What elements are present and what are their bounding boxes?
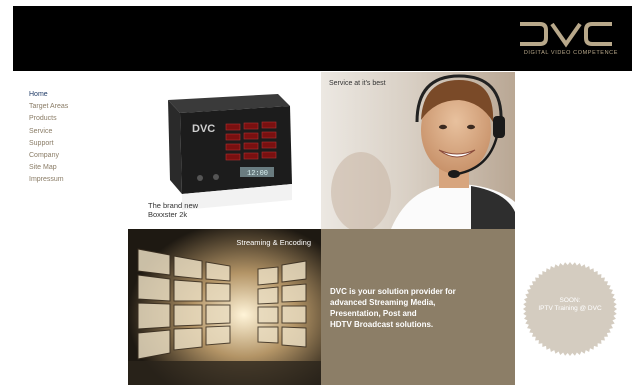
service-teaser[interactable]: Service at it's best [321, 72, 515, 229]
service-agent-photo [331, 74, 515, 229]
video-wall-image [128, 229, 321, 385]
dvc-logo[interactable]: DIGITAL VIDEO COMPETENCE [514, 20, 618, 64]
iptv-training-seal[interactable]: SOON: IPTV Training @ DVC [522, 261, 618, 357]
nav-item-products[interactable]: Products [29, 113, 119, 125]
seal-line1: SOON: [559, 297, 581, 304]
logo-tagline: DIGITAL VIDEO COMPETENCE [523, 50, 618, 56]
svg-text:12:00: 12:00 [247, 170, 268, 178]
solution-line2: advanced Streaming Media, [330, 298, 436, 307]
streaming-label: Streaming & Encoding [236, 238, 311, 247]
nav-item-support[interactable]: Support [29, 138, 119, 150]
solution-line3: Presentation, Post and [330, 309, 417, 318]
main-nav: Home Target Areas Products Service Suppo… [29, 89, 119, 187]
seal-text: SOON: IPTV Training @ DVC [522, 297, 618, 313]
streaming-teaser[interactable]: Streaming & Encoding [128, 229, 321, 385]
product-caption-line1: The brand new [148, 201, 199, 210]
nav-item-site-map[interactable]: Site Map [29, 162, 119, 174]
product-caption-line2: Boxxster 2k [148, 210, 188, 219]
nav-item-company[interactable]: Company [29, 150, 119, 162]
nav-item-target-areas[interactable]: Target Areas [29, 101, 119, 113]
nav-item-impressum[interactable]: Impressum [29, 174, 119, 186]
nav-item-home[interactable]: Home [29, 89, 119, 101]
site-header: DIGITAL VIDEO COMPETENCE [13, 6, 632, 71]
product-teaser[interactable]: DVC 12:00 The brand new Boxxster 2k [128, 72, 321, 229]
dvc-logo-mark [520, 22, 612, 48]
solution-line4: HDTV Broadcast solutions. [330, 320, 434, 329]
solution-teaser: DVC is your solution provider for advanc… [321, 229, 515, 385]
seal-line2: IPTV Training @ DVC [538, 305, 602, 312]
solution-statement: DVC is your solution provider for advanc… [330, 286, 510, 330]
service-label: Service at it's best [329, 80, 386, 87]
svg-text:DVC: DVC [192, 123, 215, 135]
solution-line1: DVC is your solution provider for [330, 287, 456, 296]
product-caption: The brand new Boxxster 2k [148, 201, 268, 219]
nav-item-service[interactable]: Service [29, 126, 119, 138]
